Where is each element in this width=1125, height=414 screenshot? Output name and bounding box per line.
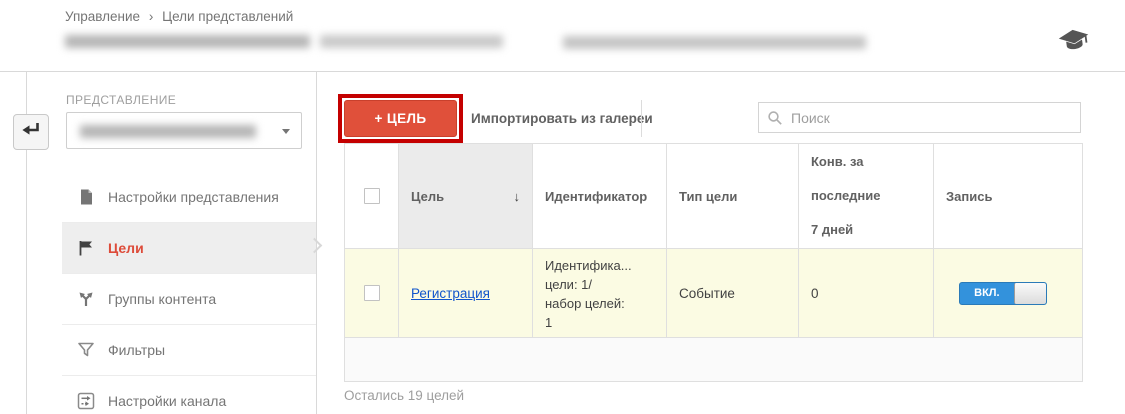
goals-table: Цель ↓ Идентификатор Тип цели Конв. за п…	[344, 143, 1083, 382]
redacted-view-selector-value	[80, 125, 256, 138]
goal-link[interactable]: Регистрация	[411, 286, 490, 301]
goals-remaining-text: Остались 19 целей	[344, 388, 465, 403]
content-grouping-icon	[77, 290, 95, 308]
sort-desc-icon: ↓	[513, 188, 521, 204]
header-divider	[0, 71, 1125, 72]
goal-identifier-cell: Идентифика... цели: 1/ набор целей: 1	[532, 249, 666, 337]
goal-type-cell: Событие	[666, 249, 798, 337]
view-selector-dropdown[interactable]	[66, 112, 302, 149]
flag-icon	[77, 239, 95, 257]
column-header-goal[interactable]: Цель ↓	[398, 144, 532, 248]
toggle-on-label: ВКЛ.	[974, 286, 1000, 299]
sidebar-menu: Настройки представления Цели Группы конт…	[62, 171, 323, 414]
goals-admin-page: Управление › Цели представлений ПРЕДСТАВ…	[0, 0, 1125, 414]
sidebar-item-label: Фильтры	[108, 342, 166, 358]
table-row: Регистрация Идентифика... цели: 1/ набор…	[345, 248, 1082, 337]
chevron-right-icon	[306, 237, 323, 254]
table-footer-strip	[345, 337, 1082, 381]
chevron-down-icon	[282, 129, 290, 134]
sidebar-item-goals[interactable]: Цели	[62, 222, 323, 273]
redacted-view-name	[563, 36, 866, 49]
redacted-account-name	[65, 35, 310, 48]
breadcrumb-admin-link[interactable]: Управление	[65, 9, 140, 24]
sidebar-item-channel-settings[interactable]: Настройки канала	[62, 375, 316, 414]
recording-toggle[interactable]: ВКЛ.	[959, 281, 1047, 305]
sidebar-item-label: Настройки канала	[108, 393, 227, 409]
sidebar-item-view-settings[interactable]: Настройки представления	[62, 171, 316, 222]
sidebar-item-label: Цели	[108, 240, 144, 256]
search-input[interactable]	[783, 103, 1080, 132]
redacted-property-name	[320, 35, 503, 48]
document-icon	[77, 188, 95, 206]
select-all-cell	[345, 144, 398, 248]
sidebar-item-label: Настройки представления	[108, 188, 279, 205]
toolbar-divider	[641, 100, 642, 137]
breadcrumb-separator: ›	[148, 9, 154, 24]
table-header-row: Цель ↓ Идентификатор Тип цели Конв. за п…	[345, 144, 1082, 248]
back-arrow-icon	[20, 122, 42, 143]
search-icon	[768, 110, 782, 125]
column-header-conversions: Конв. за последние 7 дней	[798, 144, 933, 248]
add-goal-button[interactable]: + ЦЕЛЬ	[344, 100, 457, 137]
search-box	[758, 102, 1081, 133]
toggle-knob[interactable]	[1013, 282, 1046, 304]
breadcrumb-current-page: Цели представлений	[162, 9, 294, 24]
filter-icon	[77, 341, 95, 359]
recording-cell: ВКЛ.	[933, 249, 1082, 337]
sidebar-item-content-grouping[interactable]: Группы контента	[62, 273, 316, 324]
conversions-cell: 0	[798, 249, 933, 337]
row-select-cell	[345, 249, 398, 337]
breadcrumb: Управление › Цели представлений	[65, 9, 298, 24]
column-header-recording: Запись	[933, 144, 1082, 248]
goal-name-cell: Регистрация	[398, 249, 532, 337]
column-header-identifier: Идентификатор	[532, 144, 666, 248]
column-header-goal-type: Тип цели	[666, 144, 798, 248]
row-checkbox[interactable]	[363, 285, 380, 301]
import-from-gallery-button[interactable]: Импортировать из галереи	[471, 100, 653, 137]
sidebar-item-label: Группы контента	[108, 291, 217, 307]
collapse-panel-button[interactable]	[13, 114, 49, 150]
channel-settings-icon	[77, 392, 95, 410]
select-all-checkbox[interactable]	[363, 188, 380, 204]
graduation-cap-icon[interactable]	[1056, 25, 1091, 55]
view-section-label: ПРЕДСТАВЛЕНИЕ	[66, 93, 177, 107]
sidebar-item-filters[interactable]: Фильтры	[62, 324, 316, 375]
